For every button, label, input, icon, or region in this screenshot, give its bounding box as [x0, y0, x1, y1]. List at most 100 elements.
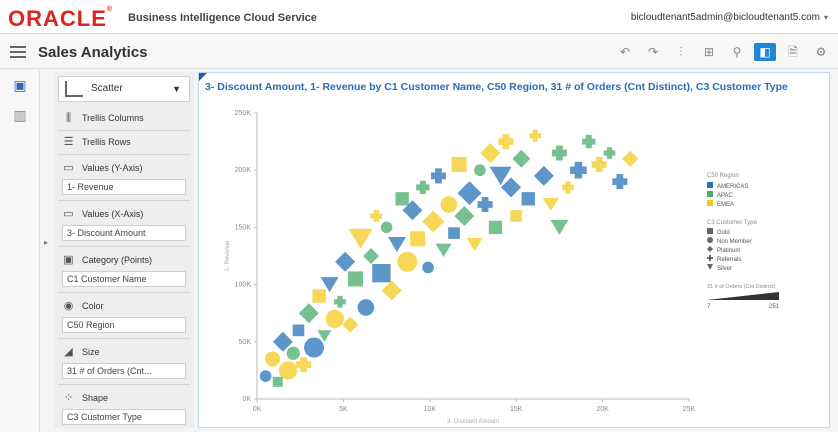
category-drop[interactable]: ▣ Category (Points) C1 Customer Name: [58, 252, 190, 287]
scatter-point: [529, 130, 542, 142]
color-field[interactable]: C50 Region: [62, 317, 186, 333]
category-icon: ▣: [63, 254, 74, 266]
scatter-point: [370, 210, 383, 222]
scatter-point: [397, 251, 418, 272]
filter-icon[interactable]: ⚲: [726, 43, 748, 61]
x-tick-label: 20K: [596, 406, 609, 413]
y-tick-label: 250K: [235, 110, 252, 117]
scatter-point: [603, 147, 616, 159]
trellis-columns-label: Trellis Columns: [82, 113, 144, 123]
legend-shape-marker: [707, 255, 713, 261]
values-icon: ▭: [63, 208, 74, 220]
legend-color-title: C50 Region: [707, 173, 739, 179]
scatter-point: [551, 145, 567, 161]
scatter-chart-icon: [65, 81, 83, 97]
shape-field[interactable]: C3 Customer Type: [62, 409, 186, 425]
trellis-rows-label: Trellis Rows: [82, 137, 131, 147]
chart-properties-icon[interactable]: ⫶: [670, 43, 692, 61]
scatter-point: [395, 192, 409, 206]
project-bar: Sales Analytics ↶ ↷ ⫶ ⊞ ⚲ ◧ 🗎 ⚙: [0, 35, 838, 69]
scatter-point: [265, 351, 281, 367]
chart-type-dropdown[interactable]: Scatter ▼: [58, 76, 190, 102]
x-tick-label: 0K: [253, 406, 262, 413]
scatter-point: [304, 337, 325, 358]
legend-size-wedge: [707, 292, 779, 300]
scatter-point: [477, 197, 493, 213]
scatter-point: [335, 251, 356, 272]
values-icon: ▭: [63, 162, 74, 174]
scatter-point: [454, 205, 475, 226]
legend-color-item: EMEA: [717, 202, 734, 208]
data-panel-icon[interactable]: ⊞: [698, 43, 720, 61]
redo-icon[interactable]: ↷: [642, 43, 664, 61]
legend-shape-item: Gold: [717, 230, 730, 236]
chart-type-label: Scatter: [91, 83, 123, 94]
oracle-logo[interactable]: ORACLE®: [8, 6, 113, 32]
divider: [58, 292, 190, 293]
values-y-drop[interactable]: ▭ Values (Y-Axis) 1- Revenue: [58, 160, 190, 195]
user-menu[interactable]: bicloudtenant5admin@bicloudtenant5.com ▾: [631, 12, 828, 23]
values-x-label: Values (X-Axis): [82, 209, 144, 219]
size-field[interactable]: 31 # of Orders (Cnt...: [62, 363, 186, 379]
settings-icon[interactable]: ⚙: [810, 43, 832, 61]
values-x-field[interactable]: 3- Discount Amount: [62, 225, 186, 241]
user-name: bicloudtenant5admin@bicloudtenant5.com: [630, 12, 820, 23]
legend-swatch: [707, 200, 713, 206]
scatter-point: [521, 192, 535, 206]
trellis-columns-drop[interactable]: ⫼ Trellis Columns: [58, 110, 190, 126]
visualization-canvas[interactable]: 3- Discount Amount, 1- Revenue by C1 Cus…: [198, 72, 830, 428]
color-label: Color: [82, 301, 104, 311]
divider: [58, 200, 190, 201]
y-tick-label: 150K: [235, 224, 252, 231]
scatter-point: [451, 156, 467, 172]
x-tick-label: 5K: [339, 406, 348, 413]
size-icon: ◢: [64, 346, 73, 358]
y-tick-label: 200K: [235, 167, 252, 174]
scatter-point: [410, 231, 426, 247]
scatter-point: [380, 221, 393, 234]
trellis-columns-icon: ⫼: [65, 112, 72, 124]
grammar-panel: Scatter ▼ ⫼ Trellis Columns ☰ Trellis Rows…: [54, 72, 194, 428]
data-elements-icon[interactable]: ▣: [0, 70, 40, 100]
legend-shape-item: Referrals: [717, 257, 741, 263]
scatter-plot[interactable]: 0K 50K 100K 150K 200K 250K 0K 5K 10K 15K 20K 25K 3- …: [199, 99, 829, 427]
expand-panel-icon[interactable]: ▸: [44, 238, 48, 247]
scatter-point: [286, 346, 300, 360]
scatter-point: [357, 299, 375, 316]
legend-size-min: 7: [707, 304, 711, 310]
top-bar: ORACLE® Business Intelligence Cloud Serv…: [0, 0, 838, 34]
presentation-icon[interactable]: ◧: [754, 43, 776, 61]
color-drop[interactable]: ◉ Color C50 Region: [58, 298, 190, 333]
trellis-rows-drop[interactable]: ☰ Trellis Rows: [58, 134, 190, 150]
category-field[interactable]: C1 Customer Name: [62, 271, 186, 287]
legend-swatch: [707, 182, 713, 188]
divider: [58, 154, 190, 155]
legend-shape-marker: [707, 246, 713, 252]
values-x-drop[interactable]: ▭ Values (X-Axis) 3- Discount Amount: [58, 206, 190, 241]
undo-icon[interactable]: ↶: [614, 43, 636, 61]
scatter-point: [550, 219, 569, 235]
hamburger-menu-icon[interactable]: [10, 46, 26, 58]
shape-drop[interactable]: ⁘ Shape C3 Customer Type: [58, 390, 190, 425]
save-icon[interactable]: 🗎: [782, 43, 804, 61]
scatter-point: [562, 181, 574, 194]
scatter-point: [348, 228, 373, 249]
scatter-point: [501, 177, 522, 198]
legend-color-item: AMERICAS: [717, 184, 748, 190]
chart-title: 3- Discount Amount, 1- Revenue by C1 Cus…: [205, 81, 788, 93]
scatter-point: [533, 165, 554, 186]
scatter-point: [435, 243, 452, 257]
legend-size-title: 31 # of Orders (Cnt Distinct): [707, 284, 776, 290]
values-y-label: Values (Y-Axis): [82, 163, 143, 173]
divider: [58, 130, 190, 131]
size-drop[interactable]: ◢ Size 31 # of Orders (Cnt...: [58, 344, 190, 379]
x-tick-label: 25K: [683, 406, 696, 413]
legend-shape-marker: [707, 237, 713, 243]
scatter-point: [591, 156, 607, 172]
y-tick-label: 100K: [235, 282, 252, 289]
values-y-field[interactable]: 1- Revenue: [62, 179, 186, 195]
category-label: Category (Points): [82, 255, 153, 265]
shape-icon: ⁘: [63, 392, 74, 404]
chevron-down-icon: ▾: [823, 13, 828, 22]
visualizations-icon[interactable]: ▥: [0, 100, 40, 130]
